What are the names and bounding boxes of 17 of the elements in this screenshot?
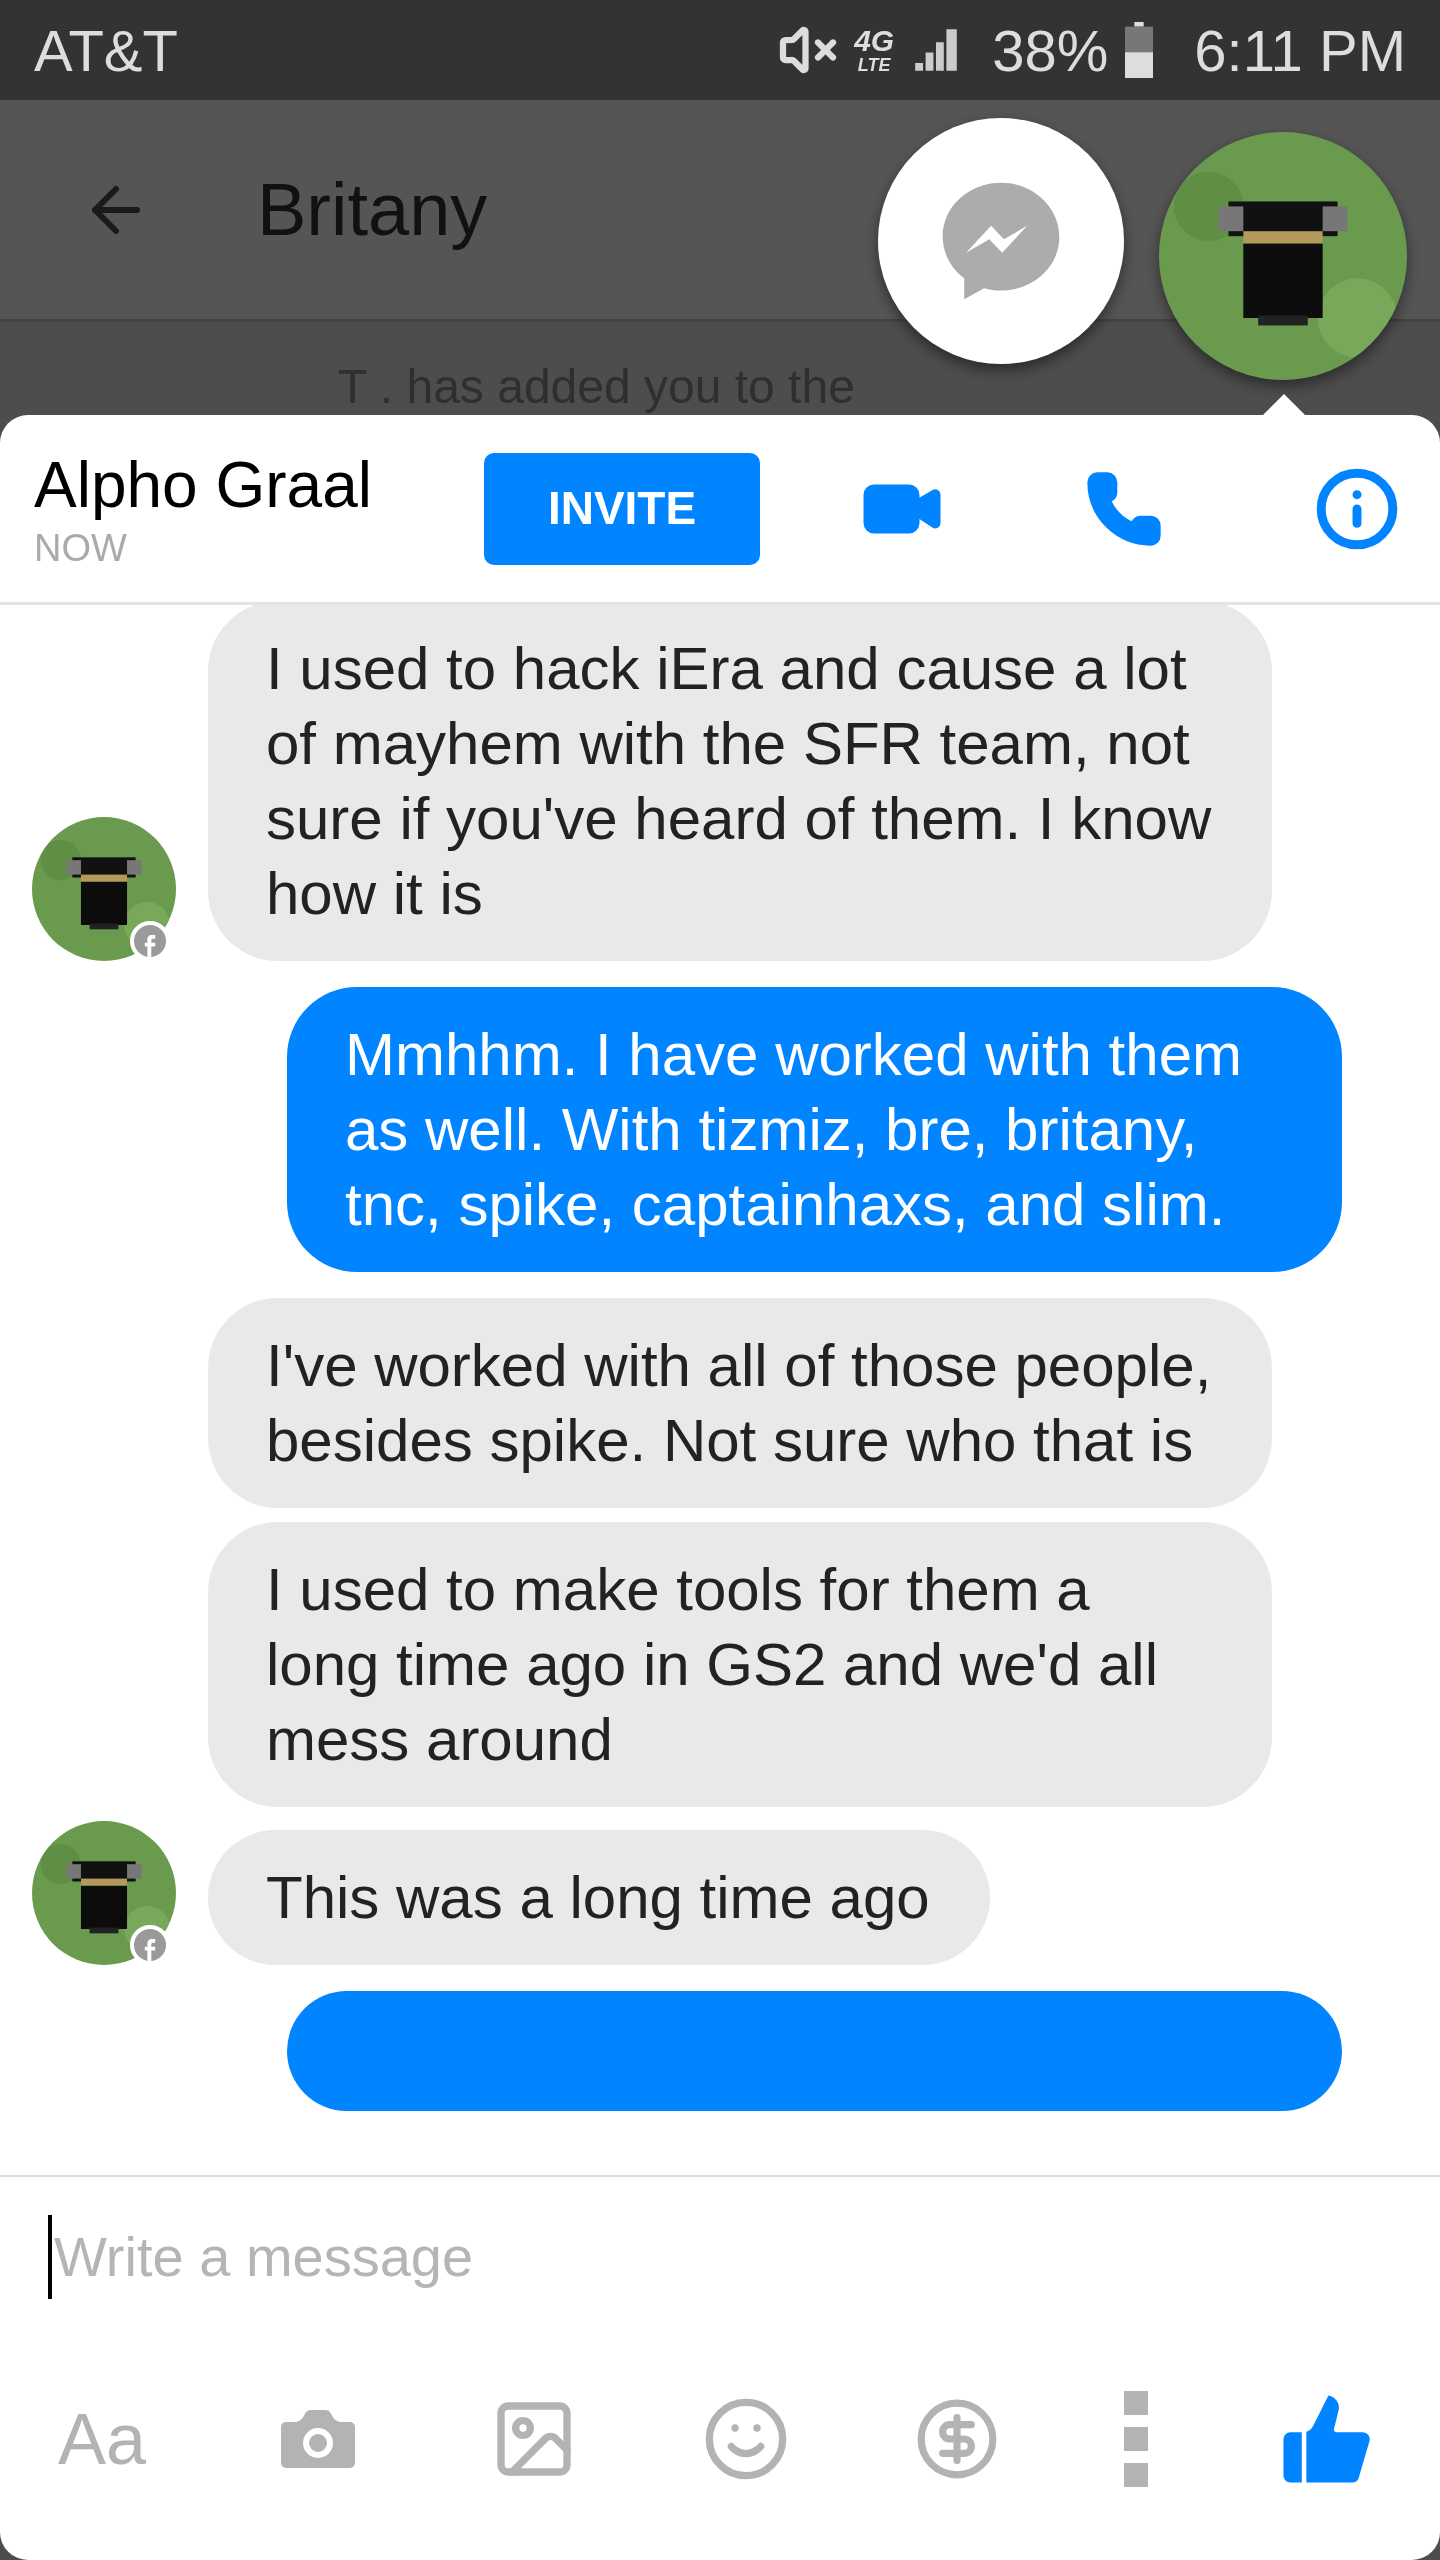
carrier: AT&T [34,16,178,85]
received-message: I used to hack iEra and cause a lot of mayhem with the SFR team, not sure if you've heard of them. I know how it is [208,605,1272,961]
received-message: I used to make tools for them a long time ago in GS2 and we'd all mess around [208,1522,1272,1807]
more-icon[interactable] [1124,2390,1148,2487]
clock: 6:11 PM [1194,16,1406,85]
battery-icon [1124,22,1155,78]
text-format-button[interactable]: Aa [58,2384,147,2493]
contact-name: Alpho Graal [34,447,373,523]
invite-button[interactable]: INVITE [484,452,760,565]
message-input[interactable]: Write a message [48,2215,1392,2299]
sent-message: Mmhhm. I have worked with them as well. With tizmiz, bre, britany, tnc, spike, captainhaxs, and slim. [287,987,1342,1272]
battery-percent: 38% [992,16,1109,85]
network-indicator: 4G LTE [854,26,895,74]
contact-status: NOW [34,525,128,571]
conversation-title: Britany [257,167,488,253]
received-message: This was a long time ago [208,1830,990,1965]
received-message: I've worked with all of those people, besides spike. Not sure who that is [208,1298,1272,1508]
